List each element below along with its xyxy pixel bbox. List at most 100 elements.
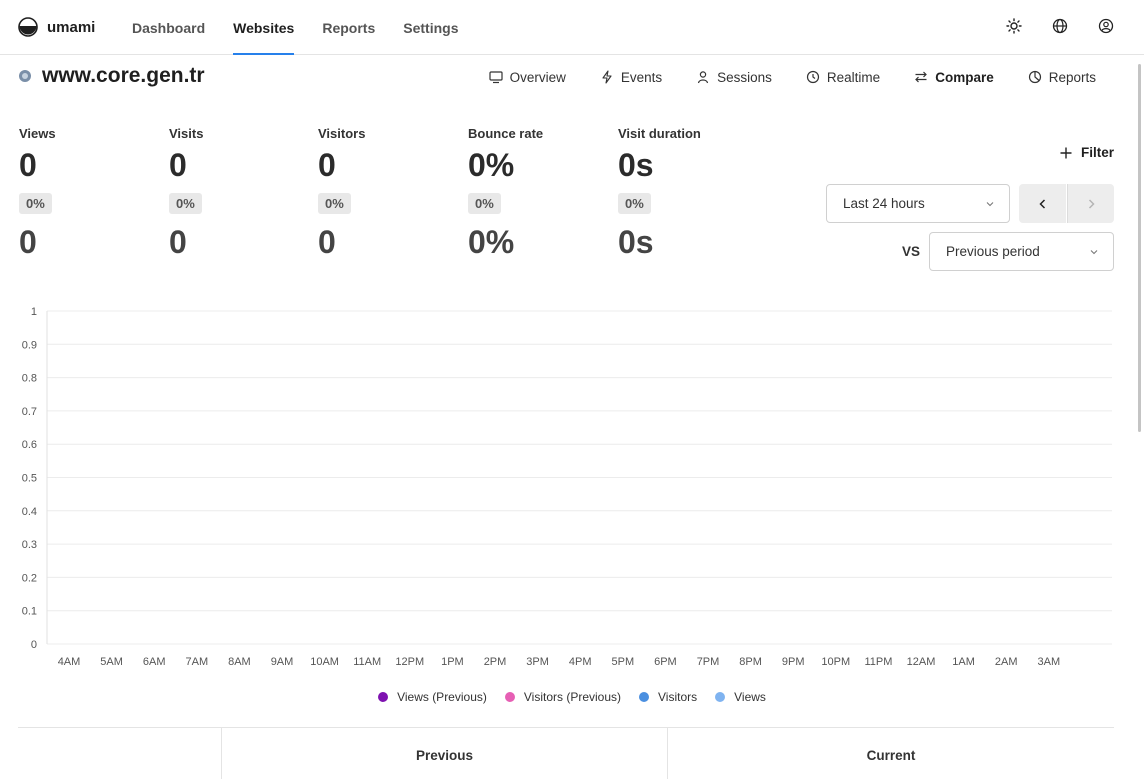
x-tick-label: 6PM — [654, 656, 677, 668]
top-navigation: umami Dashboard Websites Reports Setting… — [0, 0, 1144, 55]
legend-label: Visitors — [658, 690, 698, 704]
date-navigation — [1019, 184, 1114, 223]
legend-dot — [378, 692, 389, 702]
nav-websites[interactable]: Websites — [233, 0, 295, 55]
comparison-table-header: Previous Current — [18, 727, 1114, 779]
x-tick-label: 9AM — [271, 656, 294, 668]
column-previous: Previous — [415, 748, 474, 763]
x-tick-label: 8AM — [228, 656, 251, 668]
metric-previous-value: 0 — [169, 224, 187, 260]
compare-mode-select[interactable]: Previous period — [929, 232, 1114, 271]
website-favicon-icon — [19, 70, 31, 82]
x-tick-label: 1PM — [441, 656, 464, 668]
y-tick-label: 0.9 — [22, 339, 37, 351]
tab-sessions[interactable]: Sessions — [696, 67, 772, 87]
tab-sessions-label: Sessions — [717, 69, 772, 85]
metric-change-badge: 0% — [468, 193, 501, 214]
x-tick-label: 6AM — [143, 656, 166, 668]
y-tick-label: 0.1 — [22, 606, 37, 618]
legend-label: Visitors (Previous) — [523, 690, 622, 704]
nav-dashboard[interactable]: Dashboard — [132, 0, 205, 55]
y-tick-label: 0.7 — [22, 406, 37, 418]
legend-dot — [715, 692, 726, 702]
legend-item-views-previous[interactable]: Views (Previous) — [378, 690, 487, 704]
x-tick-label: 11PM — [864, 656, 892, 668]
legend-item-views[interactable]: Views — [715, 690, 766, 704]
user-icon[interactable] — [1098, 18, 1114, 34]
x-tick-label: 10PM — [821, 656, 850, 668]
metric-previous-value: 0% — [468, 224, 515, 260]
metric-label: Visits — [169, 126, 204, 141]
metric-label: Views — [19, 126, 56, 141]
website-subnav: Overview Events Sessions Realtime Compar… — [488, 67, 1096, 87]
header-tools — [1006, 18, 1114, 34]
vs-label: VS — [902, 244, 921, 259]
metric-bounce-rate: Bounce rate 0% 0% 0% — [468, 126, 608, 260]
metric-change-badge: 0% — [618, 193, 651, 214]
x-tick-label: 1AM — [952, 656, 975, 668]
metric-visit-duration: Visit duration 0s 0% 0s — [618, 126, 758, 260]
x-tick-label: 9PM — [782, 656, 805, 668]
x-tick-label: 5PM — [611, 656, 634, 668]
legend-dot — [639, 692, 650, 702]
tab-reports-label: Reports — [1048, 69, 1096, 85]
x-tick-label: 3AM — [1037, 656, 1060, 668]
metric-views: Views 0 0% 0 — [19, 126, 159, 260]
x-tick-label: 2AM — [995, 656, 1018, 668]
chevron-down-icon — [1090, 250, 1098, 255]
x-tick-label: 3PM — [526, 656, 549, 668]
nav-reports[interactable]: Reports — [322, 0, 375, 55]
date-range-select[interactable]: Last 24 hours — [826, 184, 1010, 223]
y-tick-label: 0.6 — [22, 439, 37, 451]
metric-visits: Visits 0 0% 0 — [169, 126, 309, 260]
metric-label: Bounce rate — [468, 126, 544, 141]
metric-value: 0 — [19, 147, 37, 183]
y-tick-label: 0.3 — [22, 539, 37, 551]
previous-period-button[interactable] — [1019, 184, 1066, 223]
nav-settings[interactable]: Settings — [403, 0, 458, 55]
website-header: www.core.gen.tr — [18, 64, 205, 88]
legend-item-visitors-previous[interactable]: Visitors (Previous) — [504, 690, 622, 704]
main-nav: Dashboard Websites Reports Settings — [132, 0, 486, 55]
filter-button[interactable]: Filter — [1059, 145, 1114, 160]
tab-reports[interactable]: Reports — [1028, 67, 1096, 87]
metric-visitors: Visitors 0 0% 0 — [318, 126, 458, 260]
app-name: umami — [47, 18, 96, 36]
clock-icon — [806, 70, 820, 84]
x-tick-label: 11AM — [353, 656, 381, 668]
metric-previous-value: 0 — [19, 224, 37, 260]
next-period-button[interactable] — [1067, 184, 1114, 223]
umami-logo-icon — [18, 17, 38, 37]
website-name: www.core.gen.tr — [42, 64, 205, 87]
x-tick-label: 8PM — [739, 656, 762, 668]
metric-previous-value: 0 — [318, 224, 336, 260]
compare-mode-value: Previous period — [946, 244, 1040, 259]
x-tick-label: 12PM — [395, 656, 424, 668]
bolt-icon — [602, 70, 612, 84]
legend-item-visitors[interactable]: Visitors — [639, 690, 697, 704]
globe-icon[interactable] — [1052, 18, 1068, 34]
legend-dot — [504, 692, 515, 702]
x-tick-label: 4PM — [569, 656, 592, 668]
metric-value: 0 — [169, 147, 187, 183]
tab-overview-label: Overview — [509, 69, 566, 85]
y-tick-label: 0.8 — [22, 373, 37, 385]
tab-overview[interactable]: Overview — [488, 67, 566, 87]
tab-events[interactable]: Events — [600, 67, 662, 87]
x-tick-label: 10AM — [310, 656, 339, 668]
sun-icon[interactable] — [1006, 18, 1022, 34]
column-current: Current — [866, 748, 916, 763]
tab-compare[interactable]: Compare — [914, 67, 994, 87]
tab-realtime[interactable]: Realtime — [806, 67, 880, 87]
y-tick-label: 0.4 — [22, 506, 37, 518]
chevron-down-icon — [986, 202, 994, 207]
brand[interactable]: umami — [18, 17, 95, 37]
metric-value: 0 — [318, 147, 336, 183]
metric-label: Visitors — [318, 126, 366, 141]
page-scrollbar[interactable] — [1138, 64, 1141, 432]
metric-change-badge: 0% — [19, 193, 52, 214]
metric-change-badge: 0% — [169, 193, 202, 214]
user-icon — [698, 71, 709, 84]
monitor-icon — [488, 71, 503, 84]
x-tick-label: 2PM — [484, 656, 507, 668]
